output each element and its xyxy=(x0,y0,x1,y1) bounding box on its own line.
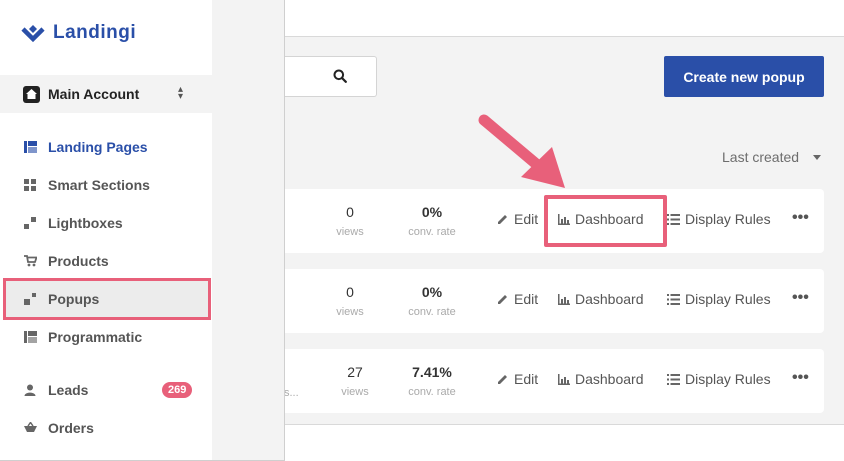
conv-rate-label: conv. rate xyxy=(408,386,456,398)
list-icon xyxy=(667,293,680,305)
conv-rate-value: 0% xyxy=(421,204,443,220)
sidebar-item-label: Programmatic xyxy=(48,329,143,345)
views-value: 27 xyxy=(347,364,363,380)
conv-rate-value: 7.41% xyxy=(412,364,452,380)
edit-button[interactable]: Edit xyxy=(497,371,538,387)
bar-chart-icon xyxy=(558,373,570,385)
brand-name: Landingi xyxy=(53,22,137,43)
leads-count-badge: 269 xyxy=(162,382,193,398)
chevron-updown-icon: ▴ ▾ xyxy=(178,84,184,102)
more-options-icon[interactable]: ••• xyxy=(792,289,809,307)
display-rules-button[interactable]: Display Rules xyxy=(667,211,771,227)
conv-rate-stat: 0% conv. rate xyxy=(402,284,462,318)
caret-down-icon xyxy=(813,154,822,160)
lightboxes-icon xyxy=(23,216,37,230)
smart-sections-icon xyxy=(23,178,37,192)
landing-pages-icon xyxy=(23,140,37,154)
sidebar-item-orders[interactable]: Orders xyxy=(23,420,94,436)
display-rules-label: Display Rules xyxy=(685,291,771,307)
sidebar-item-leads[interactable]: Leads xyxy=(23,382,88,398)
edit-label: Edit xyxy=(514,371,539,387)
views-label: views xyxy=(341,386,369,398)
display-rules-label: Display Rules xyxy=(685,211,771,227)
sidebar-item-label: Smart Sections xyxy=(48,177,150,193)
conv-rate-label: conv. rate xyxy=(408,306,456,318)
home-icon xyxy=(23,85,40,103)
conv-rate-label: conv. rate xyxy=(408,226,456,238)
popups-icon xyxy=(23,292,37,306)
views-stat: 27 views xyxy=(339,364,371,398)
views-stat: 0 views xyxy=(334,204,366,238)
sidebar-item-label: Leads xyxy=(48,382,89,398)
display-rules-label: Display Rules xyxy=(685,371,771,387)
sidebar-item-lightboxes[interactable]: Lightboxes xyxy=(23,215,123,231)
dashboard-label: Dashboard xyxy=(575,371,644,387)
landingi-logo-icon xyxy=(21,25,45,43)
truncated-text: s... xyxy=(284,387,299,399)
pencil-icon xyxy=(498,215,507,224)
sidebar-gutter xyxy=(212,0,284,460)
cart-icon xyxy=(23,254,37,268)
sidebar-item-landing-pages[interactable]: Landing Pages xyxy=(23,139,148,155)
orders-icon xyxy=(23,421,37,435)
dashboard-label: Dashboard xyxy=(575,291,644,307)
landingi-logo[interactable]: Landingi xyxy=(21,22,136,44)
views-value: 0 xyxy=(346,204,354,220)
sidebar: Landingi Main Account ▴ ▾ Landing Pages S… xyxy=(0,0,285,461)
popup-row: 0 views 0% conv. rate Edit Dashboard Dis… xyxy=(280,269,824,333)
more-options-icon[interactable]: ••• xyxy=(792,209,809,227)
programmatic-icon xyxy=(23,330,37,344)
list-icon xyxy=(667,213,680,225)
views-label: views xyxy=(336,226,364,238)
account-switcher[interactable]: Main Account ▴ ▾ xyxy=(0,75,212,113)
edit-button[interactable]: Edit xyxy=(497,211,538,227)
display-rules-button[interactable]: Display Rules xyxy=(667,371,771,387)
pencil-icon xyxy=(498,295,507,304)
person-icon xyxy=(23,383,37,397)
list-icon xyxy=(667,373,680,385)
sidebar-item-popups[interactable]: Popups xyxy=(23,291,99,307)
dashboard-highlight xyxy=(544,195,667,247)
dashboard-button[interactable]: Dashboard xyxy=(558,371,644,387)
sidebar-item-label: Lightboxes xyxy=(48,215,123,231)
search-box[interactable] xyxy=(280,56,377,97)
account-name: Main Account xyxy=(48,86,140,102)
sort-dropdown[interactable]: Last created xyxy=(722,149,822,165)
views-stat: 0 views xyxy=(334,284,366,318)
sidebar-item-label: Orders xyxy=(48,420,94,436)
sort-label: Last created xyxy=(722,149,800,165)
display-rules-button[interactable]: Display Rules xyxy=(667,291,771,307)
edit-label: Edit xyxy=(514,291,539,307)
bar-chart-icon xyxy=(558,293,570,305)
app-screen: Create new popup Last created 0 views 0%… xyxy=(0,0,844,461)
search-icon[interactable] xyxy=(333,69,347,88)
more-options-icon[interactable]: ••• xyxy=(792,369,809,387)
create-popup-button[interactable]: Create new popup xyxy=(664,56,824,97)
conv-rate-value: 0% xyxy=(421,284,443,300)
views-label: views xyxy=(336,306,364,318)
sidebar-item-label: Products xyxy=(48,253,109,269)
sidebar-item-smart-sections[interactable]: Smart Sections xyxy=(23,177,150,193)
sidebar-item-label: Landing Pages xyxy=(48,139,148,155)
edit-button[interactable]: Edit xyxy=(497,291,538,307)
popup-row: s... 27 views 7.41% conv. rate Edit Dash… xyxy=(280,349,824,413)
sidebar-item-products[interactable]: Products xyxy=(23,253,109,269)
sidebar-item-label: Popups xyxy=(48,291,100,307)
views-value: 0 xyxy=(346,284,354,300)
sidebar-item-programmatic[interactable]: Programmatic xyxy=(23,329,142,345)
edit-label: Edit xyxy=(514,211,539,227)
conv-rate-stat: 0% conv. rate xyxy=(402,204,462,238)
conv-rate-stat: 7.41% conv. rate xyxy=(402,364,462,398)
pencil-icon xyxy=(498,375,507,384)
dashboard-button[interactable]: Dashboard xyxy=(558,291,644,307)
